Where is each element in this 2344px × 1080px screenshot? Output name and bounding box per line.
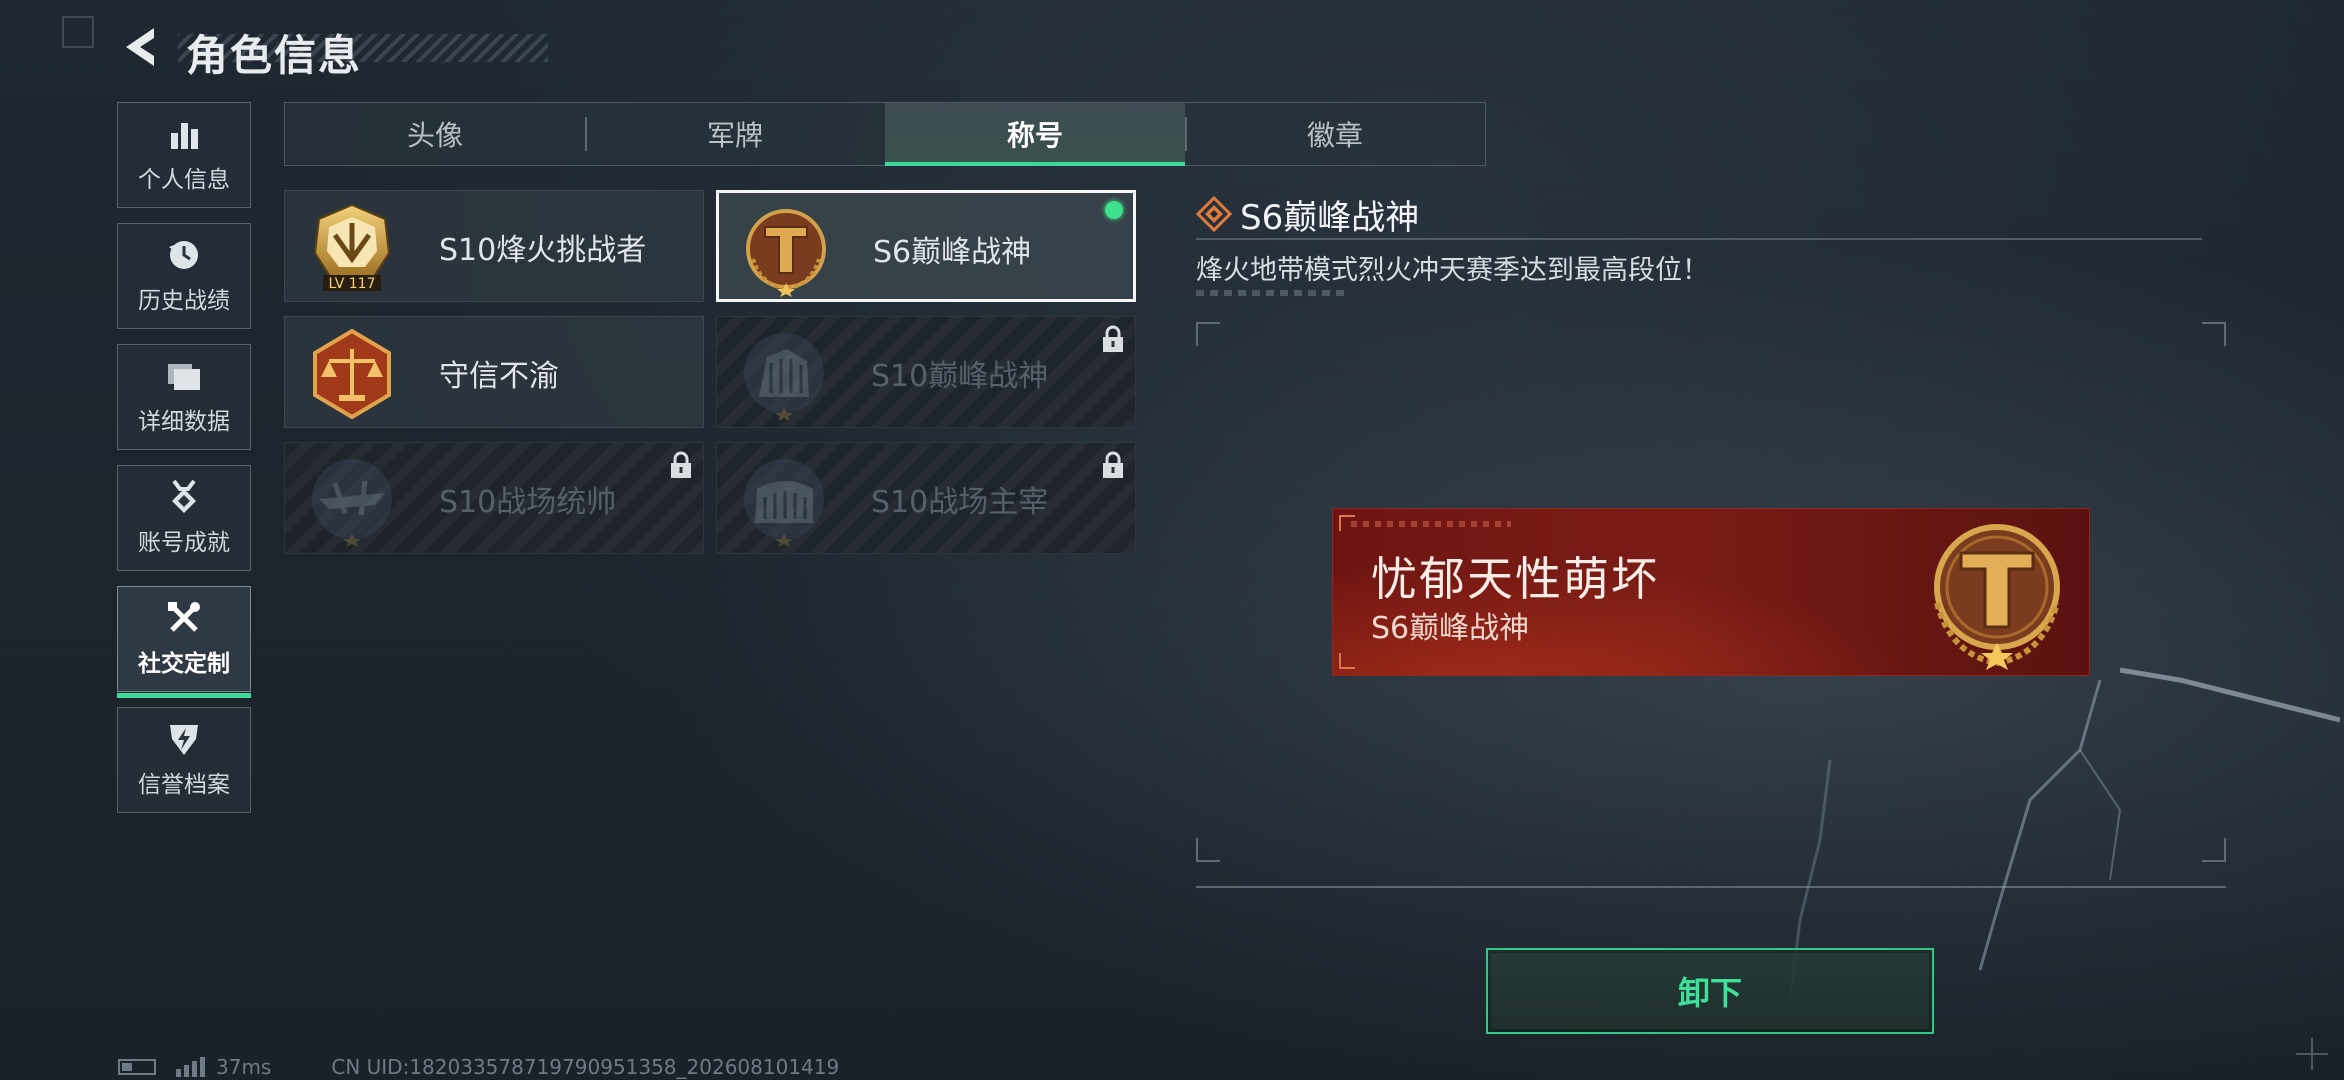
signal-icon <box>176 1057 205 1077</box>
folder-icon <box>166 358 202 394</box>
tools-icon <box>166 600 202 636</box>
tab-bar: 头像 军牌 称号 徽章 <box>284 102 1486 166</box>
detail-dots-decoration <box>1196 290 1346 296</box>
colosseum-emblem-icon <box>744 459 824 547</box>
frame-corner <box>1196 322 1220 346</box>
detail-description: 烽火地带模式烈火冲天赛季达到最高段位！ <box>1196 255 1709 286</box>
title-card-label: 守信不渝 <box>439 359 559 394</box>
frame-corner <box>1196 838 1220 862</box>
sidebar-item-social-custom[interactable]: 社交定制 <box>117 586 251 698</box>
title-card-label: S6巅峰战神 <box>873 235 1032 270</box>
uid-text: CN UID:182033578719790951358_20260810141… <box>331 1055 840 1079</box>
frame-corner <box>2202 838 2226 862</box>
title-card-label: S10烽火挑战者 <box>439 233 647 268</box>
detail-divider <box>1196 238 2202 240</box>
tab-dog-tag[interactable]: 军牌 <box>585 103 885 165</box>
diamond-title-icon <box>1196 196 1232 232</box>
sidebar-item-label: 信誉档案 <box>138 772 230 798</box>
arena-emblem-icon <box>744 333 824 421</box>
side-nav: 个人信息 历史战绩 详细数据 账号成就 社交定制 信誉档案 <box>117 102 255 828</box>
svg-text:LV 117: LV 117 <box>328 276 375 292</box>
title-card-s10-challenger[interactable]: LV 117 S10烽火挑战者 <box>284 190 704 302</box>
title-card-s6-peak-war-god[interactable]: S6巅峰战神 <box>716 190 1136 302</box>
sidebar-item-credit-archive[interactable]: 信誉档案 <box>117 707 251 813</box>
unequip-button[interactable]: 卸下 <box>1486 948 1934 1034</box>
plate-corner <box>1339 653 1355 669</box>
back-arrow-icon <box>126 28 154 66</box>
sidebar-item-label: 历史战绩 <box>138 288 230 314</box>
sidebar-item-label: 个人信息 <box>138 167 230 193</box>
battery-icon <box>118 1059 156 1075</box>
title-plate-preview: 忧郁天性萌坏 S6巅峰战神 <box>1332 508 2090 676</box>
plate-decoration <box>1351 521 1511 527</box>
title-card-label: S10战场主宰 <box>871 485 1049 520</box>
frame-corner <box>2202 322 2226 346</box>
plate-title-text: S6巅峰战神 <box>1371 611 1530 646</box>
sidebar-item-label: 社交定制 <box>138 651 230 677</box>
lock-icon <box>671 451 691 478</box>
sidebar-item-history[interactable]: 历史战绩 <box>117 223 251 329</box>
clock-history-icon <box>166 237 202 273</box>
title-card-keep-faith[interactable]: 守信不渝 <box>284 316 704 428</box>
sidebar-item-personal-info[interactable]: 个人信息 <box>117 102 251 208</box>
tab-badge[interactable]: 徽章 <box>1185 103 1485 165</box>
aircraft-emblem-icon <box>312 459 392 547</box>
scales-emblem-icon <box>313 328 391 420</box>
medal-icon <box>166 479 202 515</box>
status-bar: 37ms CN UID:182033578719790951358_202608… <box>118 1055 840 1079</box>
sidebar-item-label: 账号成就 <box>138 530 230 556</box>
ping-text: 37ms <box>216 1055 272 1079</box>
title-card-label: S10巅峰战神 <box>871 359 1049 394</box>
detail-title: S6巅峰战神 <box>1240 198 1420 238</box>
challenger-emblem-icon: LV 117 <box>313 203 391 292</box>
title-card-s10-peak-war-god[interactable]: S10巅峰战神 <box>716 316 1136 428</box>
preview-divider <box>1196 886 2226 888</box>
lock-icon <box>1103 325 1123 352</box>
equipped-indicator <box>1105 201 1123 219</box>
tab-avatar[interactable]: 头像 <box>285 103 585 165</box>
plate-player-name: 忧郁天性萌坏 <box>1371 552 1659 606</box>
peak-war-god-emblem-icon <box>1934 524 2060 670</box>
plate-corner <box>1339 515 1355 531</box>
sidebar-item-label: 详细数据 <box>138 409 230 435</box>
title-card-s10-battlefield-commander[interactable]: S10战场统帅 <box>284 442 704 554</box>
plus-mark-icon <box>2296 1038 2328 1070</box>
bar-chart-icon <box>166 116 202 152</box>
title-card-label: S10战场统帅 <box>439 485 617 520</box>
peak-war-god-emblem-icon <box>746 209 826 297</box>
page-title: 角色信息 <box>186 31 363 80</box>
corner-frame <box>62 16 94 48</box>
back-button[interactable] <box>118 24 164 70</box>
title-card-s10-battlefield-ruler[interactable]: S10战场主宰 <box>716 442 1136 554</box>
sidebar-item-detailed-data[interactable]: 详细数据 <box>117 344 251 450</box>
shield-lightning-icon <box>166 721 202 757</box>
sidebar-item-achievements[interactable]: 账号成就 <box>117 465 251 571</box>
tab-title[interactable]: 称号 <box>885 103 1185 166</box>
lock-icon <box>1103 451 1123 478</box>
